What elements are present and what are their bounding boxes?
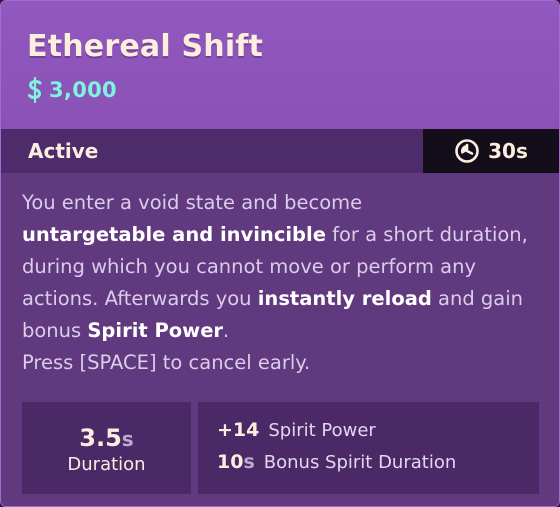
cooldown-value: 30s [488, 139, 528, 163]
stat-value: 10s [217, 451, 255, 473]
desc-bold-reload: instantly reload [257, 287, 432, 310]
stat-row-bonus-spirit-duration: 10s Bonus Spirit Duration [217, 451, 456, 473]
status-bar: Active 30s [1, 129, 559, 173]
duration-stat-panel: 3.5s Duration [22, 402, 191, 494]
cooldown-clock-icon [455, 139, 479, 163]
item-body: You enter a void state and become untarge… [1, 173, 559, 506]
active-label: Active [28, 139, 99, 163]
souls-currency-icon [28, 77, 42, 103]
duration-label: Duration [67, 454, 146, 475]
stat-label: Bonus Spirit Duration [263, 452, 457, 473]
stat-value: +14 [217, 419, 260, 441]
item-description: You enter a void state and become untarge… [22, 187, 542, 379]
desc-text-1: You enter a void state and become [22, 191, 363, 214]
cooldown-box: 30s [423, 129, 559, 173]
item-cost: 3,000 [26, 77, 117, 103]
stat-label: Spirit Power [268, 420, 376, 441]
desc-text-4: . [223, 319, 230, 342]
stat-row-spirit-power: +14 Spirit Power [217, 419, 376, 441]
desc-bold-spirit: Spirit Power [87, 319, 224, 342]
desc-bold-untargetable: untargetable and invincible [22, 223, 326, 246]
item-title: Ethereal Shift [27, 29, 264, 64]
desc-cancel-hint: Press [SPACE] to cancel early. [22, 351, 311, 374]
duration-value: 3.5s [79, 424, 134, 452]
bonus-stats-panel: +14 Spirit Power 10s Bonus Spirit Durati… [198, 402, 539, 494]
item-cost-value: 3,000 [49, 78, 117, 102]
item-tooltip-card: Ethereal Shift 3,000 Active 30s You ente… [0, 0, 560, 507]
item-header: Ethereal Shift 3,000 [1, 1, 559, 129]
